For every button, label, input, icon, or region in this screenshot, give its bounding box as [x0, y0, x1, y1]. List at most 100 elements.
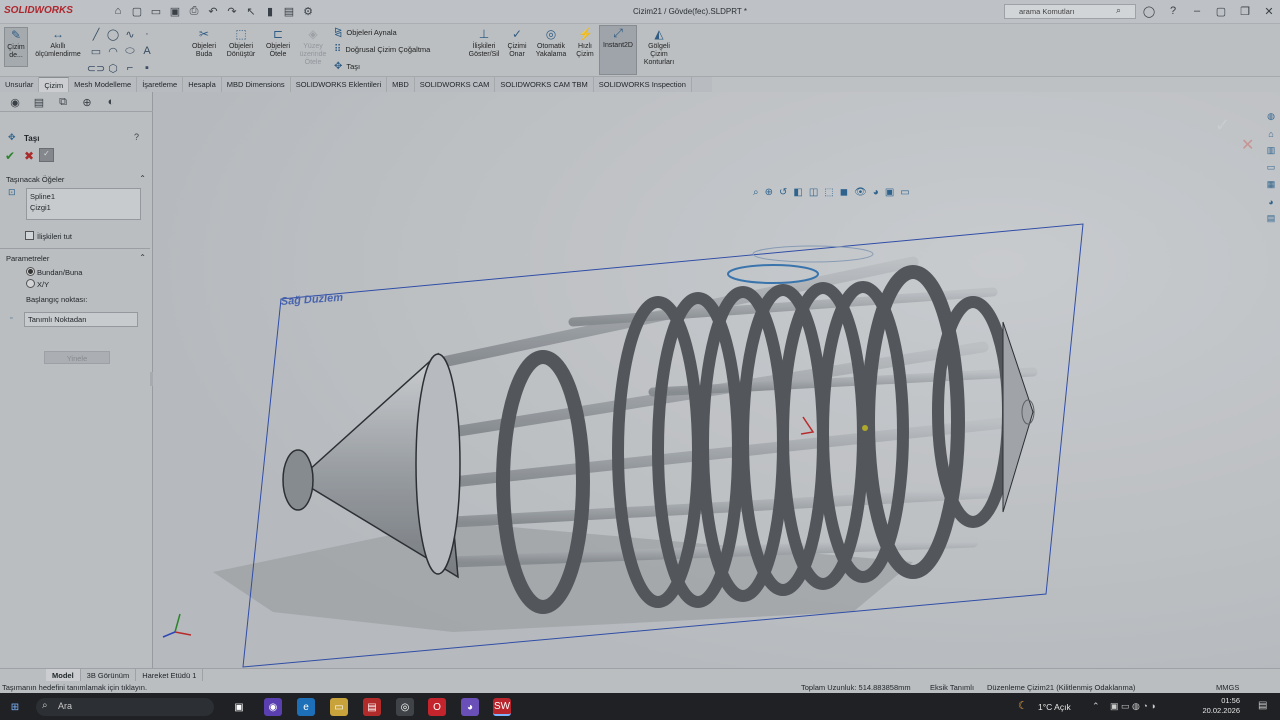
confirm-corner-check-icon[interactable]: ✓: [1215, 115, 1230, 136]
fillet-icon[interactable]: ⌐: [122, 60, 138, 76]
tray-chevron-icon[interactable]: ⌃: [1092, 701, 1100, 712]
radio-xy[interactable]: [26, 279, 35, 288]
tab-3d-views[interactable]: 3B Görünüm: [81, 669, 137, 681]
feature-manager-icon[interactable]: ◉: [4, 94, 26, 110]
weather-text[interactable]: 1°C Açık: [1038, 702, 1071, 712]
list-item[interactable]: Çizgi1: [30, 202, 137, 213]
solidworks-taskbar-icon[interactable]: SW: [493, 698, 511, 716]
tab-cam[interactable]: SOLIDWORKS CAM: [415, 77, 496, 92]
print-icon[interactable]: ⎙: [186, 3, 202, 19]
radio-from-to[interactable]: [26, 267, 35, 276]
quick-snaps-button[interactable]: ◎ Otomatik Yakalama: [532, 27, 570, 59]
tab-motion-study[interactable]: Hareket Etüdü 1: [136, 669, 204, 681]
tab-mesh-modeling[interactable]: Mesh Modelleme: [69, 77, 138, 92]
search-icon[interactable]: ⌕: [1116, 5, 1121, 16]
options-gear-icon[interactable]: ⚙: [300, 3, 316, 19]
view-settings-icon[interactable]: ▭: [900, 187, 909, 198]
scene-icon[interactable]: ▣: [885, 187, 894, 198]
view-orientation-icon[interactable]: ⬚: [824, 187, 833, 198]
hide-show-icon[interactable]: 👁: [854, 187, 867, 198]
edit-appearance-icon[interactable]: ◕: [873, 187, 879, 198]
section-view-icon[interactable]: ◧: [793, 187, 802, 198]
keep-relations-checkbox[interactable]: [25, 231, 34, 240]
spline-icon[interactable]: ∿: [122, 26, 138, 42]
tab-addins[interactable]: SOLIDWORKS Eklentileri: [291, 77, 388, 92]
trim-button[interactable]: ✂ Objeleri Buda: [188, 27, 220, 59]
tab-inspection[interactable]: SOLIDWORKS Inspection: [594, 77, 692, 92]
arc-icon[interactable]: ◠: [105, 43, 121, 59]
confirm-corner-x-icon[interactable]: ✕: [1241, 135, 1254, 155]
collapse-chevron-icon[interactable]: ⌃: [139, 174, 146, 183]
tab-model[interactable]: Model: [46, 669, 81, 681]
help-icon[interactable]: ?: [1164, 3, 1182, 19]
repeat-button[interactable]: Yinele: [44, 351, 110, 364]
smart-dimension-button[interactable]: ↔ Akıllı ölçümlendirme: [30, 27, 86, 59]
previous-view-icon[interactable]: ↺: [779, 187, 787, 198]
offset-on-surface-button[interactable]: ◈ Yüzey üzerinde Ötele: [296, 27, 330, 67]
select-arrow-icon[interactable]: ↖: [243, 3, 259, 19]
edge-browser-icon[interactable]: e: [297, 698, 315, 716]
collapse-chevron-icon[interactable]: ⌃: [139, 253, 146, 262]
sketch-point[interactable]: [862, 425, 868, 431]
tray-icons[interactable]: ▣ ▭ ◍ ◔ ◑: [1110, 701, 1156, 712]
sketch-button[interactable]: ✎ Çizim de...: [4, 27, 28, 67]
circle-icon[interactable]: ◯: [105, 26, 121, 42]
ellipse-icon[interactable]: ⬭: [122, 43, 138, 59]
task-view-icon[interactable]: ▣: [230, 698, 248, 716]
app-icon[interactable]: ▤: [363, 698, 381, 716]
help-icon[interactable]: ?: [134, 132, 139, 142]
design-library-icon[interactable]: ▥: [1265, 144, 1278, 157]
rectangle-icon[interactable]: ▭: [88, 43, 104, 59]
slot-icon[interactable]: ⊂⊃: [87, 60, 105, 76]
redo-icon[interactable]: ↷: [224, 3, 240, 19]
tab-markup[interactable]: İşaretleme: [137, 77, 184, 92]
linear-pattern-button[interactable]: ⠿ Doğrusal Çizim Çoğaltma: [334, 44, 430, 55]
opera-browser-icon[interactable]: O: [428, 698, 446, 716]
home-pane-icon[interactable]: ⌂: [1265, 127, 1278, 140]
offset-entities-button[interactable]: ⊏ Objeleri Ötele: [262, 27, 294, 59]
polygon-icon[interactable]: ⬡: [105, 60, 121, 76]
file-explorer-icon[interactable]: ▭: [1265, 161, 1278, 174]
ok-checkmark-icon[interactable]: ✔: [5, 149, 15, 163]
text-icon[interactable]: A: [139, 43, 155, 59]
cancel-x-icon[interactable]: ✖: [24, 149, 34, 163]
app-icon[interactable]: ◎: [396, 698, 414, 716]
tab-evaluate[interactable]: Hesapla: [183, 77, 222, 92]
pushpin-icon[interactable]: ✓: [39, 148, 54, 162]
plane-icon[interactable]: ▪: [139, 60, 155, 76]
dynamic-annotation-icon[interactable]: ◫: [809, 187, 818, 198]
dimxpert-icon[interactable]: ⊕: [76, 94, 98, 110]
file-properties-icon[interactable]: ▤: [281, 3, 297, 19]
new-document-icon[interactable]: ▢: [129, 3, 145, 19]
repair-sketch-button[interactable]: ✓ Çizimi Onar: [504, 27, 530, 59]
restore-icon[interactable]: ❐: [1236, 3, 1254, 19]
open-folder-icon[interactable]: ▭: [148, 3, 164, 19]
configuration-manager-icon[interactable]: ⧉: [52, 94, 74, 110]
tab-cam-tbm[interactable]: SOLIDWORKS CAM TBM: [495, 77, 594, 92]
windows-start-icon[interactable]: ⊞: [6, 698, 24, 716]
property-manager-icon[interactable]: ▤: [28, 94, 50, 110]
file-explorer-icon[interactable]: ▭: [330, 698, 348, 716]
tab-sketch[interactable]: Çizim: [39, 77, 70, 92]
view-palette-icon[interactable]: ▦: [1265, 178, 1278, 191]
rapid-sketch-button[interactable]: ⚡ Hızlı Çizim: [572, 27, 598, 59]
entities-to-move-list[interactable]: Spline1 Çizgi1: [26, 188, 141, 220]
tab-mbd[interactable]: MBD: [387, 77, 415, 92]
display-manager-icon[interactable]: ◐: [100, 94, 122, 110]
convert-entities-button[interactable]: ⬚ Objeleri Dönüştür: [222, 27, 260, 59]
appearances-icon[interactable]: ◕: [1265, 195, 1278, 208]
zoom-area-icon[interactable]: ⊕: [765, 187, 773, 198]
notifications-icon[interactable]: ▤: [1258, 700, 1267, 711]
resources-icon[interactable]: ◍: [1265, 110, 1278, 123]
discord-icon[interactable]: ◕: [461, 698, 479, 716]
copilot-icon[interactable]: ◉: [264, 698, 282, 716]
zoom-to-fit-icon[interactable]: ⌕: [753, 187, 759, 198]
taskbar-search-box[interactable]: Ara: [36, 698, 214, 716]
move-entities-button[interactable]: ✥ Taşı: [334, 61, 360, 72]
tab-features[interactable]: Unsurlar: [0, 77, 40, 92]
custom-properties-icon[interactable]: ▤: [1265, 212, 1278, 225]
display-style-icon[interactable]: ◼: [840, 187, 848, 198]
shaded-contours-button[interactable]: ◭ Gölgeli Çizim Konturları: [640, 27, 678, 67]
close-icon[interactable]: ✕: [1260, 3, 1278, 19]
user-icon[interactable]: ◯: [1140, 3, 1158, 19]
